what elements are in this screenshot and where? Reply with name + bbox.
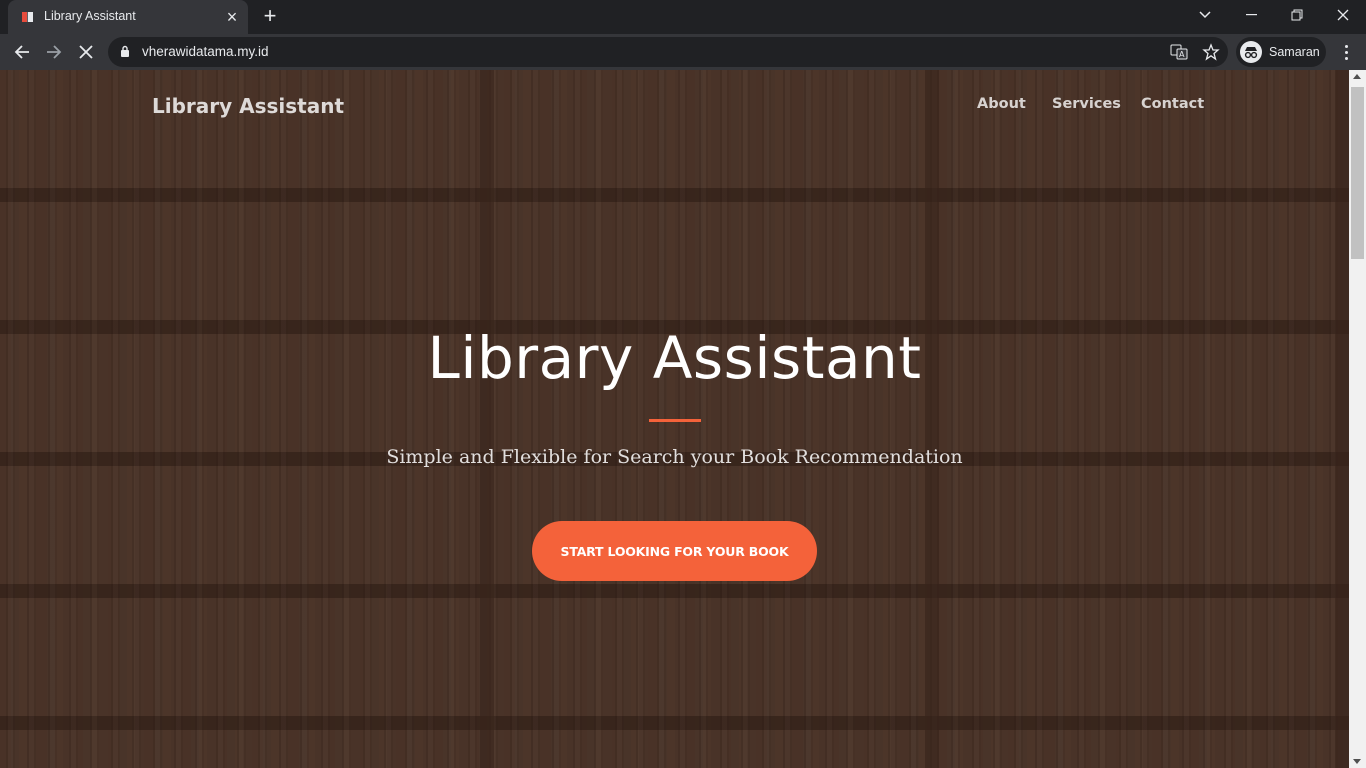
scroll-up-arrow-icon[interactable] (1353, 74, 1361, 79)
minimize-button[interactable] (1228, 0, 1274, 30)
lock-icon[interactable] (120, 45, 130, 58)
address-bar[interactable]: vherawidatama.my.id A (108, 37, 1228, 67)
back-arrow-icon (14, 45, 29, 59)
start-looking-button[interactable]: START LOOKING FOR YOUR BOOK (532, 521, 817, 581)
page-scrollbar[interactable] (1349, 70, 1366, 768)
nav-about[interactable]: About (977, 96, 1026, 112)
profile-name: Samaran (1269, 45, 1320, 59)
restore-button[interactable] (1274, 0, 1320, 30)
restore-icon (1291, 9, 1303, 21)
stop-loading-icon (79, 45, 93, 59)
profile-button[interactable]: Samaran (1236, 37, 1326, 67)
browser-toolbar: vherawidatama.my.id A Samaran (0, 34, 1366, 70)
svg-text:A: A (1179, 50, 1185, 59)
scrollbar-thumb[interactable] (1351, 87, 1364, 259)
translate-icon[interactable]: A (1170, 43, 1188, 61)
incognito-icon (1240, 41, 1262, 63)
close-icon (1337, 9, 1349, 21)
tab-strip: Library Assistant × + (0, 0, 1366, 34)
tab-search-button[interactable] (1182, 0, 1228, 30)
browser-tab[interactable]: Library Assistant × (8, 0, 248, 34)
nav-services[interactable]: Services (1052, 96, 1121, 112)
brand-logo[interactable]: Library Assistant (152, 94, 344, 118)
hero-section: Library Assistant About Services Contact… (0, 70, 1349, 768)
close-tab-icon[interactable]: × (222, 7, 242, 27)
hero-subtitle: Simple and Flexible for Search your Book… (386, 446, 963, 468)
forward-button[interactable] (40, 38, 68, 66)
close-window-button[interactable] (1320, 0, 1366, 30)
hero-title: Library Assistant (427, 324, 922, 392)
browser-menu-button[interactable] (1334, 38, 1358, 66)
forward-arrow-icon (47, 45, 62, 59)
new-tab-button[interactable]: + (258, 5, 282, 29)
tab-title: Library Assistant (44, 9, 136, 23)
minimize-icon (1245, 14, 1257, 16)
url-text[interactable]: vherawidatama.my.id (142, 44, 269, 59)
scroll-down-arrow-icon[interactable] (1353, 759, 1361, 764)
back-button[interactable] (8, 38, 36, 66)
stop-button[interactable] (72, 38, 100, 66)
star-icon[interactable] (1202, 43, 1220, 61)
nav-contact[interactable]: Contact (1141, 96, 1204, 112)
chevron-down-icon (1199, 11, 1211, 19)
title-divider (649, 419, 701, 422)
book-favicon (22, 12, 33, 22)
